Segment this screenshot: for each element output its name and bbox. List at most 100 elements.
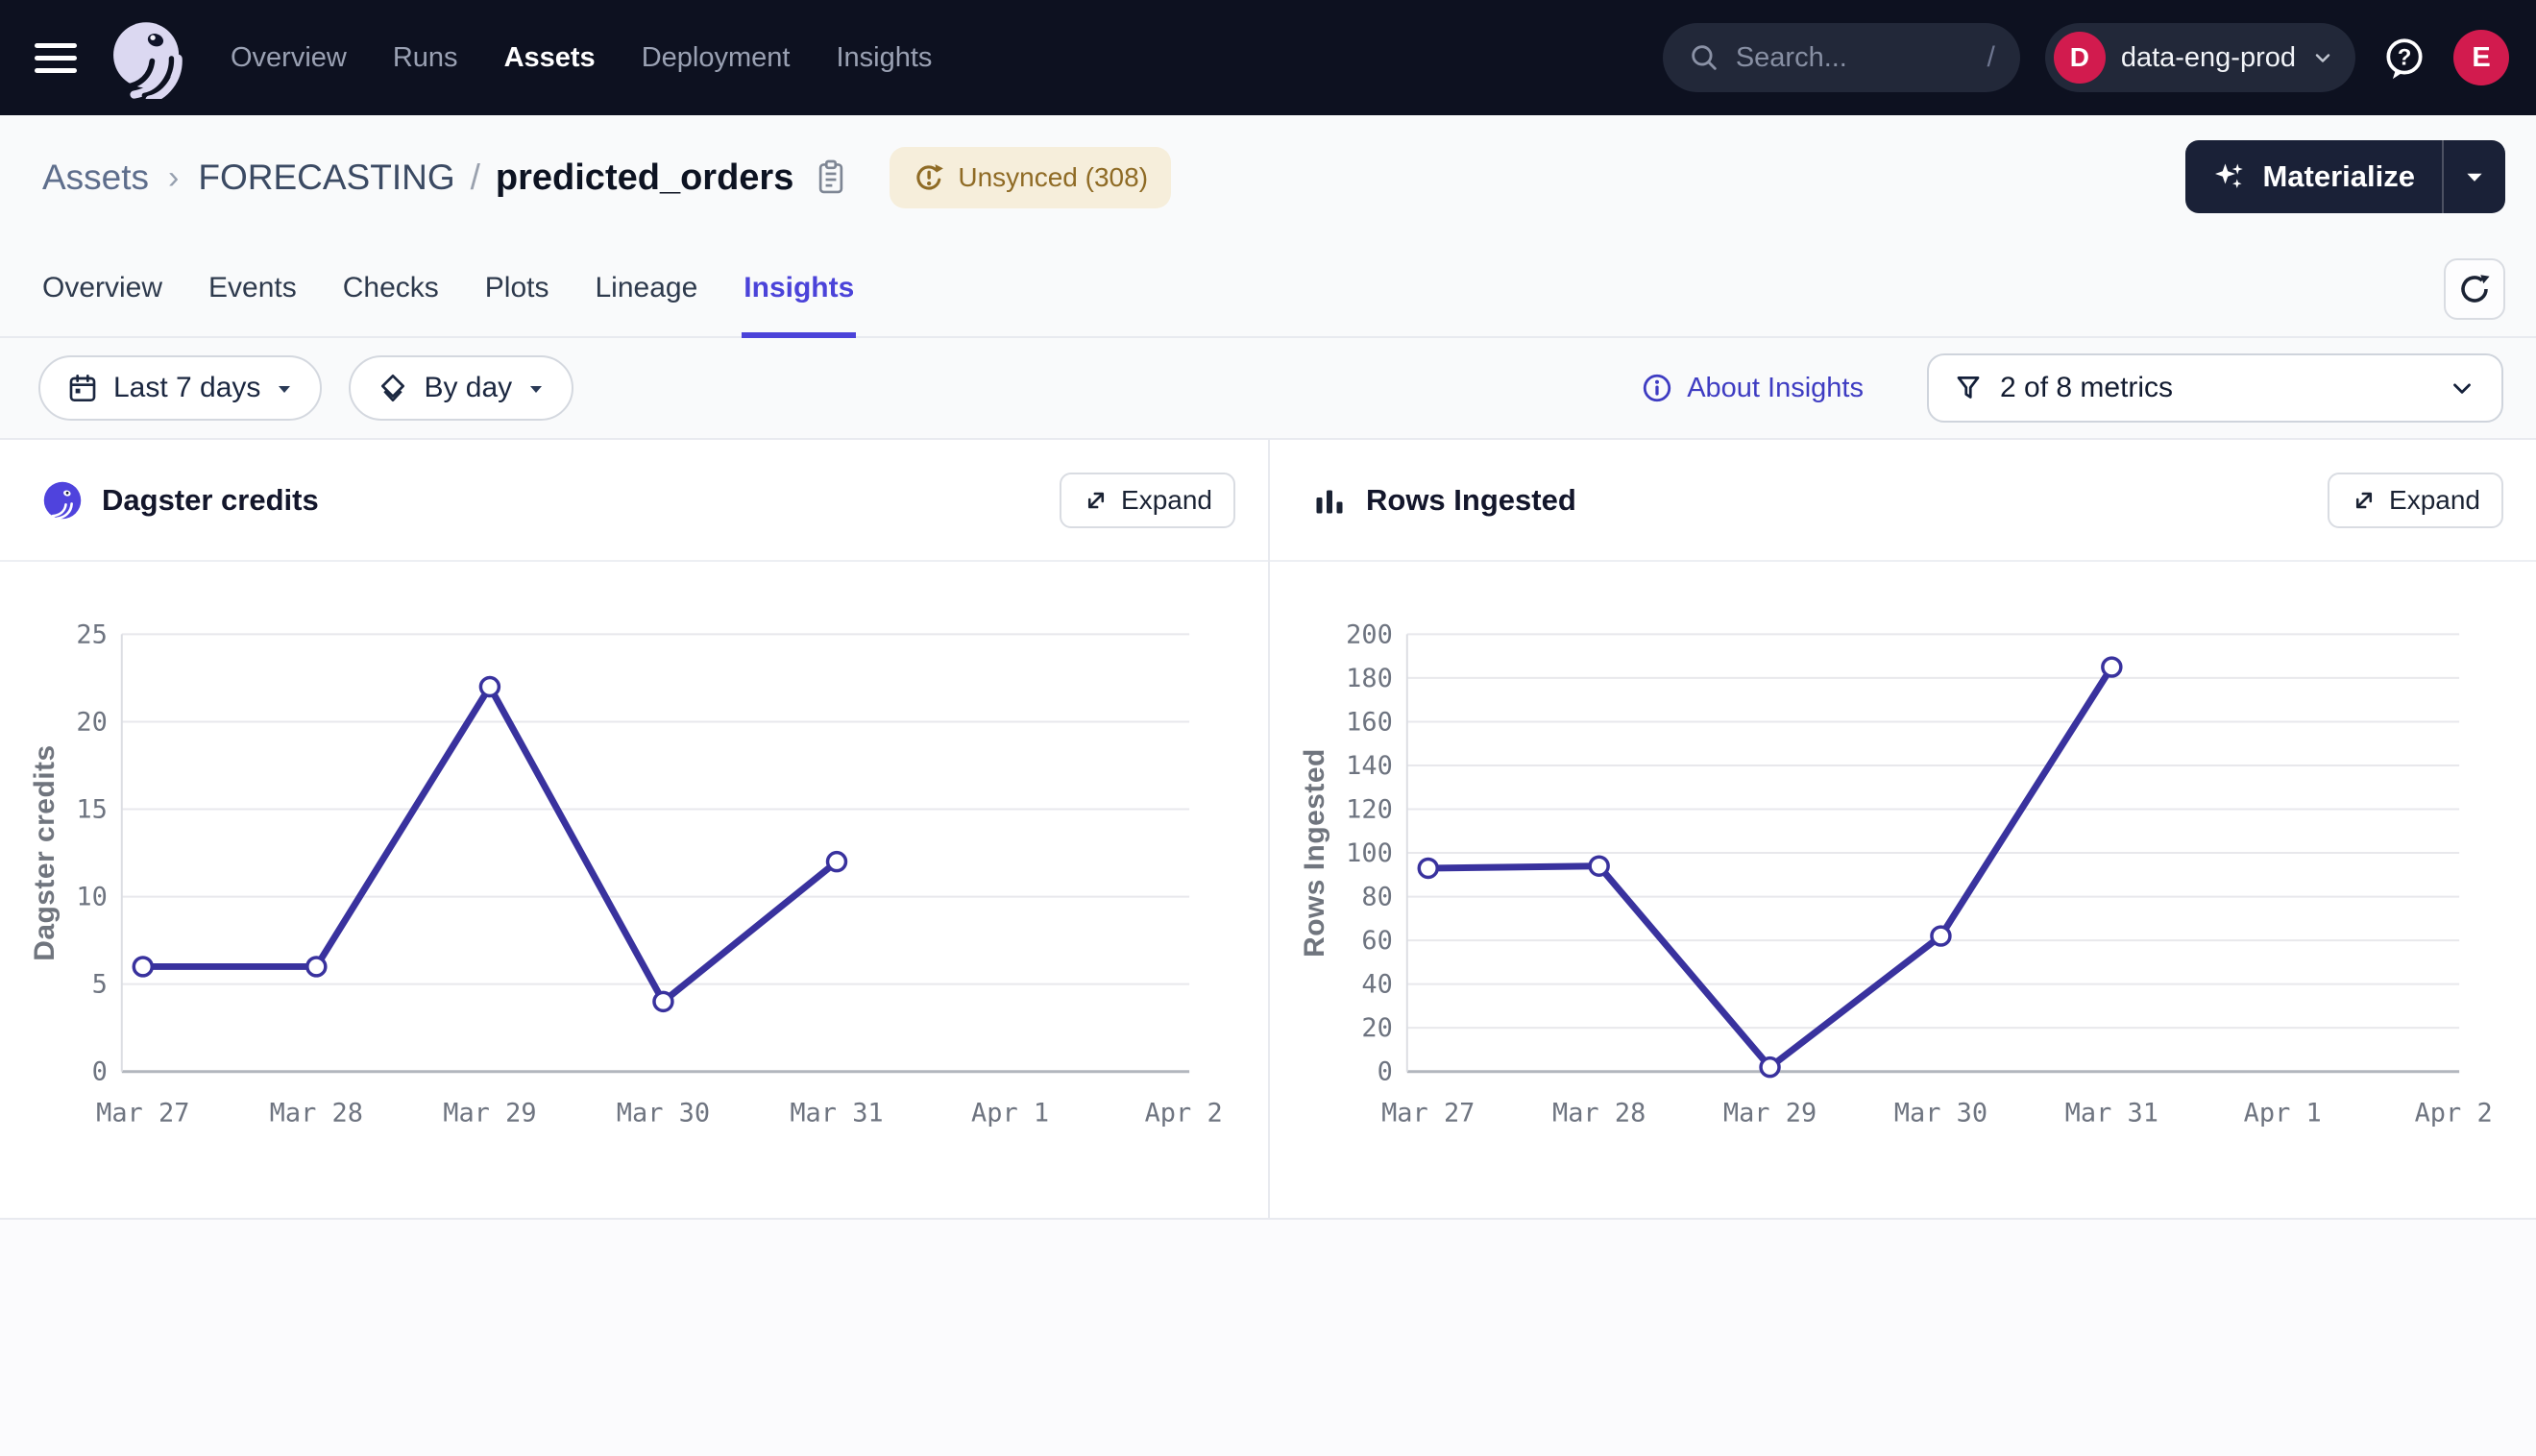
help-button[interactable]: ? [2380,34,2428,82]
svg-text:Dagster credits: Dagster credits [29,744,61,960]
nav-item-insights[interactable]: Insights [836,42,932,74]
svg-text:0: 0 [1378,1057,1393,1087]
date-range-filter-button[interactable]: Last 7 days [38,355,322,421]
caret-down-icon [276,382,293,395]
granularity-filter-button[interactable]: By day [349,355,573,421]
bar-chart-icon [1312,483,1347,518]
user-avatar[interactable]: E [2453,30,2509,85]
dagster-logo[interactable] [106,16,188,99]
insights-filter-bar: Last 7 days By day About Insights 2 of 8… [0,338,2536,440]
metrics-filter-dropdown[interactable]: 2 of 8 metrics [1927,353,2503,423]
help-icon: ? [2380,34,2428,82]
svg-text:Apr 1: Apr 1 [971,1099,1049,1128]
dagster-credits-card: Dagster credits Expand 0510152025Mar 27M… [0,440,1268,1218]
svg-text:20: 20 [1361,1013,1392,1043]
tab-plots[interactable]: Plots [485,240,549,336]
svg-text:15: 15 [76,795,107,825]
materialize-button[interactable]: Materialize [2185,140,2444,213]
copy-asset-name-button[interactable] [815,159,847,196]
expand-button-label: Expand [1121,485,1212,516]
rows-ingested-card: Rows Ingested Expand 0 20 40 60 80 100 120 140 1… [1268,440,2536,1218]
refresh-button[interactable] [2444,258,2505,320]
search-input[interactable]: Search... / [1663,23,2020,92]
svg-text:100: 100 [1346,838,1393,868]
calendar-icon [67,373,98,403]
tab-insights[interactable]: Insights [744,240,854,336]
filter-funnel-icon [1954,374,1983,402]
svg-text:5: 5 [92,970,108,1000]
svg-text:Apr 2: Apr 2 [2415,1099,2493,1128]
nav-item-overview[interactable]: Overview [231,42,347,74]
tab-checks[interactable]: Checks [343,240,439,336]
expand-arrows-icon [1083,487,1110,514]
svg-text:60: 60 [1361,926,1392,956]
nav-item-deployment[interactable]: Deployment [642,42,791,74]
svg-text:80: 80 [1361,883,1392,912]
deployment-badge: D [2054,32,2106,84]
asset-header-row: Assets › FORECASTING / predicted_orders … [0,115,2536,240]
svg-text:?: ? [2398,45,2412,71]
svg-text:Mar 27: Mar 27 [1381,1099,1475,1128]
svg-text:10: 10 [76,883,107,912]
search-placeholder: Search... [1736,42,1847,74]
materialize-split-button: Materialize [2185,140,2505,213]
chevron-down-icon [2448,374,2476,402]
about-insights-label: About Insights [1687,373,1864,404]
breadcrumb-separator: / [471,158,480,198]
svg-text:Rows Ingested: Rows Ingested [1299,748,1330,958]
svg-text:Mar 29: Mar 29 [1723,1099,1817,1128]
chevron-down-icon [2311,46,2334,69]
materialize-dropdown-button[interactable] [2444,140,2505,213]
svg-text:160: 160 [1346,707,1393,737]
sparkles-icon [2212,159,2247,194]
svg-text:25: 25 [76,619,107,649]
svg-text:40: 40 [1361,970,1392,1000]
insights-charts-grid: Dagster credits Expand 0 5 10 15 20 25 Mar 27 M… [0,440,2536,1220]
svg-text:Mar 30: Mar 30 [617,1099,710,1128]
primary-nav: Overview Runs Assets Deployment Insights [231,42,932,74]
svg-text:Mar 31: Mar 31 [790,1099,883,1128]
expand-rows-ingested-button[interactable]: Expand [2328,473,2503,528]
breadcrumb-assets-link[interactable]: Assets [42,158,149,198]
rows-ingested-header: Rows Ingested Expand [1270,440,2536,562]
search-shortcut-hint: / [1987,41,1994,74]
dagster-credits-header: Dagster credits Expand [0,440,1268,562]
deployment-name: data-eng-prod [2121,42,2296,74]
dagster-credits-chart[interactable]: 0510152025Mar 27Mar 28Mar 29Mar 30Mar 31… [0,562,1266,1218]
svg-text:120: 120 [1346,795,1393,825]
expand-dagster-credits-button[interactable]: Expand [1060,473,1235,528]
info-icon [1641,372,1673,404]
unsynced-badge-label: Unsynced (308) [958,162,1148,193]
tab-lineage[interactable]: Lineage [596,240,698,336]
svg-text:Mar 27: Mar 27 [96,1099,189,1128]
rows-ingested-chart[interactable]: 020406080100120140160180200Mar 27Mar 28M… [1270,562,2536,1218]
chart-title: Dagster credits [102,483,319,518]
date-range-label: Last 7 days [113,372,260,404]
tab-events[interactable]: Events [208,240,297,336]
layers-icon [378,373,408,403]
svg-text:Mar 30: Mar 30 [1894,1099,1987,1128]
sync-alert-icon [913,161,945,194]
svg-text:200: 200 [1346,619,1393,649]
nav-right-cluster: Search... / D data-eng-prod ? E [1663,23,2509,92]
breadcrumb-group-link[interactable]: FORECASTING [198,158,454,198]
deployment-switcher[interactable]: D data-eng-prod [2045,23,2355,92]
clipboard-icon [815,159,847,196]
expand-button-label: Expand [2389,485,2480,516]
tab-overview[interactable]: Overview [42,240,162,336]
materialize-button-label: Materialize [2262,159,2415,194]
svg-text:Apr 1: Apr 1 [2244,1099,2322,1128]
svg-text:140: 140 [1346,751,1393,781]
hamburger-icon[interactable] [35,43,79,73]
unsynced-status-badge[interactable]: Unsynced (308) [890,147,1171,208]
about-insights-link[interactable]: About Insights [1641,372,1864,404]
metrics-filter-label: 2 of 8 metrics [2000,372,2173,404]
svg-text:Mar 28: Mar 28 [270,1099,363,1128]
nav-item-assets[interactable]: Assets [504,42,596,74]
top-nav: Overview Runs Assets Deployment Insights… [0,0,2536,115]
asset-tabs: Overview Events Checks Plots Lineage Ins… [0,240,2536,338]
nav-item-runs[interactable]: Runs [393,42,458,74]
svg-text:Mar 31: Mar 31 [2065,1099,2158,1128]
caret-down-icon [2463,169,2486,184]
caret-down-icon [527,382,545,395]
